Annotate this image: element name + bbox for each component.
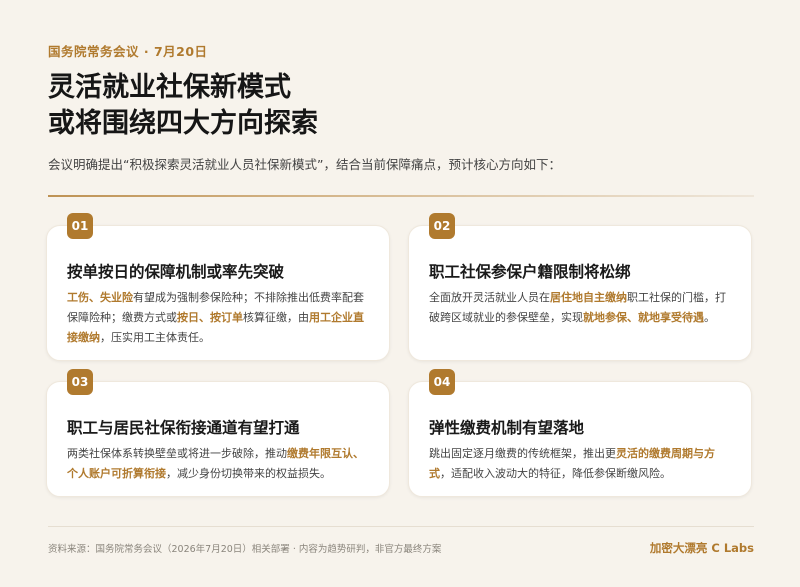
footer-divider [48, 526, 754, 527]
card-title: 职工与居民社保衔接通道有望打通 [67, 419, 300, 437]
highlight-text: 居住地自主缴纳 [550, 291, 627, 304]
body-text: ，减少身份切换带来的权益损失。 [166, 467, 331, 480]
title-line-1: 灵活就业社保新模式 [48, 72, 291, 103]
source-note: 资料来源：国务院常务会议（2026年7月20日）相关部署 · 内容为趋势研判，非… [48, 544, 442, 555]
body-text: 跳出固定逐月缴费的传统框架，推出更 [429, 447, 616, 460]
card-3: 03 职工与居民社保衔接通道有望打通 两类社保体系转换壁垒或将进一步破除，推动缴… [46, 369, 390, 497]
card-title: 按单按日的保障机制或率先突破 [67, 263, 285, 281]
card-title: 职工社保参保户籍限制将松绑 [429, 263, 631, 281]
highlight-text: 工伤、失业险 [67, 291, 133, 304]
card-badge: 04 [429, 369, 455, 395]
brand-label: 加密大漂亮 C Labs [649, 541, 754, 555]
card-body: 全面放开灵活就业人员在居住地自主缴纳职工社保的门槛，打破跨区域就业的参保壁垒，实… [429, 288, 733, 328]
card-title: 弹性缴费机制有望落地 [429, 419, 585, 437]
card-1: 01 按单按日的保障机制或率先突破 工伤、失业险有望成为强制参保险种；不排除推出… [46, 213, 390, 361]
title-line-2: 或将围绕四大方向探索 [48, 108, 318, 139]
card-body: 工伤、失业险有望成为强制参保险种；不排除推出低费率配套保障险种；缴费方式或按日、… [67, 288, 371, 348]
card-body: 跳出固定逐月缴费的传统框架，推出更灵活的缴费周期与方式，适配收入波动大的特征，降… [429, 444, 733, 484]
card-badge: 01 [67, 213, 93, 239]
card-4: 04 弹性缴费机制有望落地 跳出固定逐月缴费的传统框架，推出更灵活的缴费周期与方… [408, 369, 752, 497]
intro-text: 会议明确提出“积极探索灵活就业人员社保新模式”，结合当前保障痛点，预计核心方向如… [48, 157, 561, 172]
body-text: 两类社保体系转换壁垒或将进一步破除，推动 [67, 447, 287, 460]
highlight-text: 就地参保、就地享受待遇 [583, 311, 704, 324]
card-body: 两类社保体系转换壁垒或将进一步破除，推动缴费年限互认、个人账户可折算衔接，减少身… [67, 444, 371, 484]
page-title: 灵活就业社保新模式 或将围绕四大方向探索 [48, 70, 318, 142]
card-badge: 02 [429, 213, 455, 239]
body-text: 全面放开灵活就业人员在 [429, 291, 550, 304]
body-text: ，压实用工主体责任。 [100, 331, 210, 344]
card-badge: 03 [67, 369, 93, 395]
divider [48, 195, 754, 197]
body-text: ，适配收入波动大的特征，降低参保断缴风险。 [440, 467, 671, 480]
body-text: 核算征缴，由 [243, 311, 309, 324]
card-2: 02 职工社保参保户籍限制将松绑 全面放开灵活就业人员在居住地自主缴纳职工社保的… [408, 213, 752, 361]
body-text: 。 [704, 311, 715, 324]
highlight-text: 按日、按订单 [177, 311, 243, 324]
kicker: 国务院常务会议 · 7月20日 [48, 44, 208, 59]
